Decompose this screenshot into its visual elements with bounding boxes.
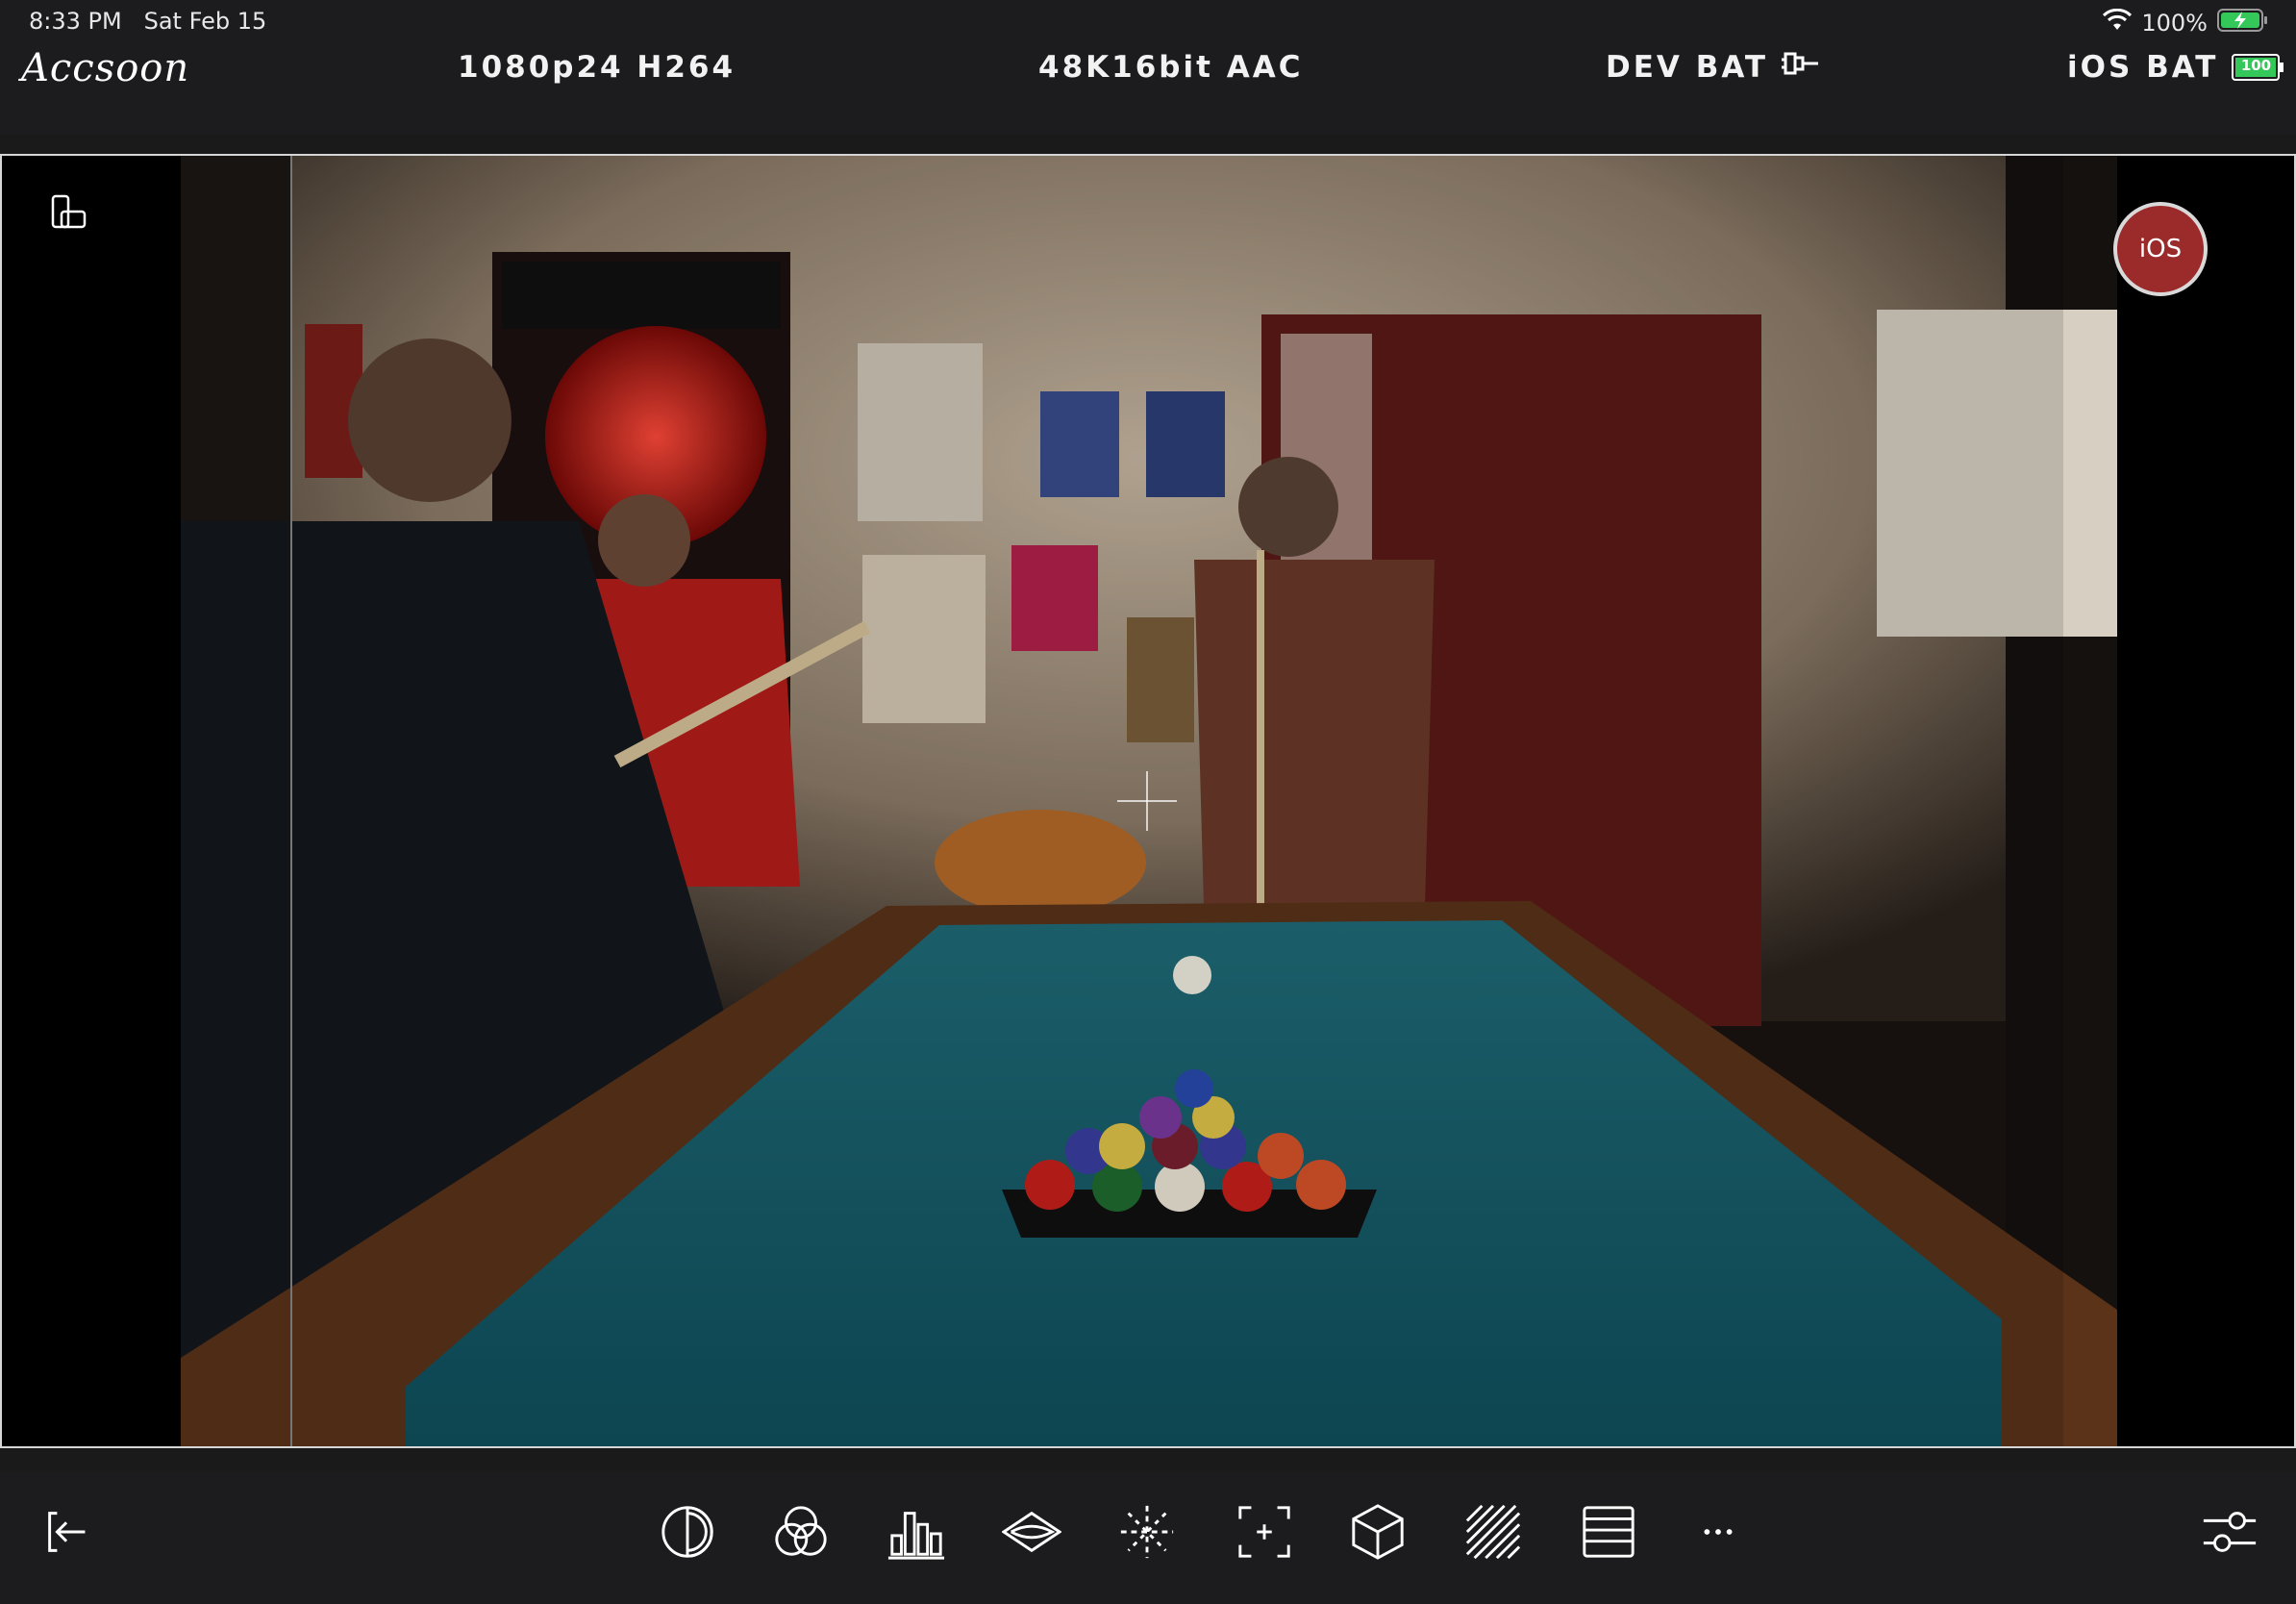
- exit-button[interactable]: [35, 1498, 102, 1566]
- ios-battery-value: 100: [2240, 57, 2272, 74]
- false-color-button[interactable]: [654, 1498, 721, 1566]
- wifi-icon: [2103, 8, 2133, 38]
- waveform-icon: [1002, 1511, 1061, 1553]
- center-marker-button[interactable]: [1231, 1498, 1298, 1566]
- more-button[interactable]: [1685, 1498, 1752, 1566]
- plug-icon: [1782, 50, 1820, 85]
- lut-button[interactable]: [1344, 1498, 1411, 1566]
- rotate-device-icon: [50, 194, 88, 237]
- focus-peaking-icon: [1120, 1505, 1174, 1559]
- waveform-button[interactable]: [998, 1498, 1065, 1566]
- device-battery: DEV BAT: [1606, 50, 1820, 85]
- zebra-button[interactable]: [1460, 1498, 1527, 1566]
- audio-format: 48K16bit AAC: [1038, 50, 1304, 85]
- settings-button[interactable]: [2196, 1498, 2263, 1566]
- settings-sliders-icon: [2203, 1512, 2257, 1552]
- battery-percent: 100%: [2141, 10, 2208, 37]
- lut-cube-icon: [1352, 1504, 1404, 1560]
- ios-battery-icon: 100: [2232, 54, 2285, 81]
- video-viewer[interactable]: iOS: [0, 154, 2296, 1448]
- frame-guides-button[interactable]: [1575, 1498, 1642, 1566]
- center-marker-icon: [1238, 1506, 1290, 1558]
- focus-peaking-button[interactable]: [1113, 1498, 1181, 1566]
- ios-bat-label: iOS BAT: [2067, 50, 2219, 85]
- rotate-device-button[interactable]: [50, 194, 88, 237]
- zebra-icon: [1465, 1504, 1521, 1560]
- header-gap: [0, 135, 2296, 154]
- record-button[interactable]: iOS: [2113, 202, 2208, 296]
- crosshair-vertical: [1146, 771, 1148, 831]
- top-bar: 8:33 PM Sat Feb 15 100% Accsoon 1080p24 …: [0, 0, 2296, 135]
- accsoon-logo: Accsoon: [21, 46, 190, 90]
- video-format: 1080p24 H264: [458, 50, 736, 85]
- frame-guides-icon: [1583, 1506, 1635, 1558]
- color-channels-button[interactable]: [767, 1498, 835, 1566]
- more-icon: [1704, 1529, 1733, 1535]
- status-right: 100%: [2103, 8, 2269, 38]
- status-time: 8:33 PM Sat Feb 15: [29, 8, 267, 35]
- exit-icon: [48, 1512, 86, 1552]
- histogram-icon: [887, 1512, 945, 1560]
- dev-bat-label: DEV BAT: [1606, 50, 1769, 85]
- color-channels-icon: [775, 1506, 827, 1556]
- bottom-toolbar: [0, 1471, 2296, 1604]
- ios-battery: iOS BAT 100: [2067, 50, 2285, 85]
- false-color-icon: [661, 1506, 713, 1558]
- battery-charging-icon: [2217, 8, 2269, 38]
- histogram-button[interactable]: [883, 1498, 950, 1566]
